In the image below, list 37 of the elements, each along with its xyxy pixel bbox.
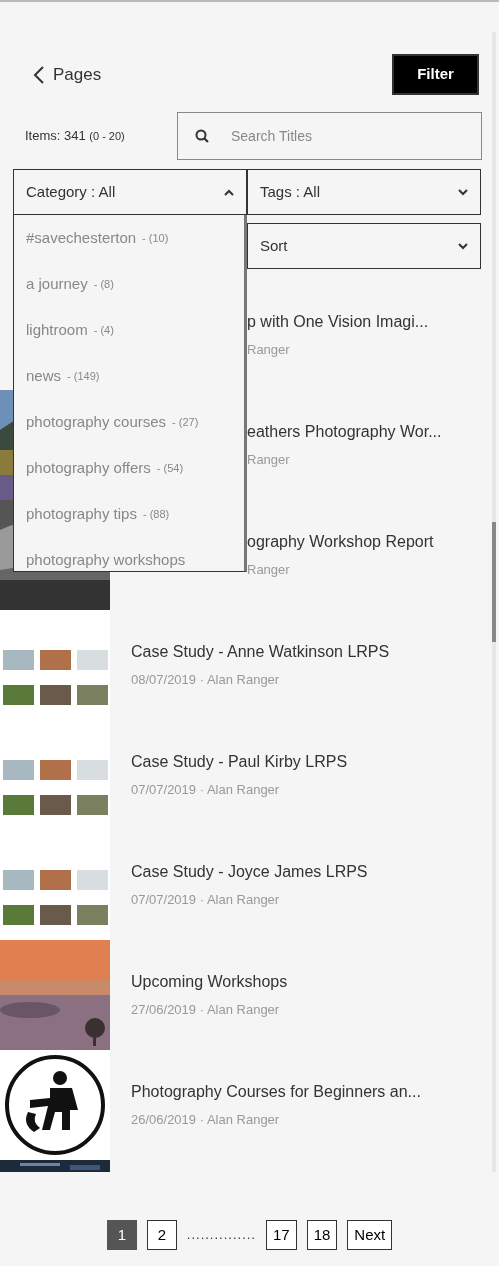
caret-up-icon [224, 188, 234, 196]
dropdown-select[interactable]: Category : All [13, 169, 247, 215]
post-title[interactable]: Photography Courses for Beginners an... [131, 1080, 421, 1105]
post-meta: 07/07/2019 · Alan Ranger [131, 891, 281, 910]
post-title[interactable]: Case Study - Paul Kirby LRPS [131, 750, 348, 775]
scrollbar-thumb[interactable] [492, 522, 496, 642]
dropdown-select[interactable]: Sort [247, 223, 481, 269]
caret-down-icon [458, 242, 468, 250]
post-title[interactable]: p with One Vision Imagi... [247, 310, 429, 335]
dropdown-option[interactable]: photography offers - (54) [14, 445, 244, 491]
chevron-left-icon [33, 65, 45, 84]
page-button[interactable]: 18 [306, 1220, 338, 1250]
search-field[interactable]: Search Titles [177, 112, 482, 160]
page-button[interactable]: Next [347, 1220, 393, 1250]
post-title[interactable]: Case Study - Joyce James LRPS [131, 860, 368, 885]
back-link[interactable]: Pages [33, 61, 102, 88]
post-title[interactable]: eathers Photography Wor... [247, 420, 442, 445]
post-meta: Ranger [247, 451, 291, 470]
page-button[interactable]: 17 [266, 1220, 297, 1250]
page-button[interactable]: 1 [106, 1220, 137, 1250]
pagination-ellipsis: ............... [186, 1226, 256, 1245]
post-meta: 27/06/2019 · Alan Ranger [131, 1001, 281, 1020]
filter-button[interactable]: Filter [392, 54, 479, 95]
dropdown-option[interactable]: lightroom - (4) [14, 307, 244, 353]
post-title[interactable]: Upcoming Workshops [131, 970, 288, 995]
item-count: Items: 341 (0 - 20) [25, 127, 126, 146]
post-title[interactable]: Case Study - Anne Watkinson LRPS [131, 640, 390, 665]
post-title[interactable]: ography Workshop Report [247, 530, 434, 555]
post-meta: Ranger [247, 561, 291, 580]
post-meta: 26/06/2019 · Alan Ranger [131, 1111, 281, 1130]
dropdown-select[interactable]: Tags : All [247, 169, 481, 215]
caret-down-icon [458, 188, 468, 196]
post-meta: Ranger [247, 341, 291, 360]
dropdown-option[interactable]: a journey - (8) [14, 261, 244, 307]
page-button[interactable]: 2 [146, 1220, 177, 1250]
post-meta: 07/07/2019 · Alan Ranger [131, 781, 281, 800]
post-meta: 08/07/2019 · Alan Ranger [131, 671, 281, 690]
